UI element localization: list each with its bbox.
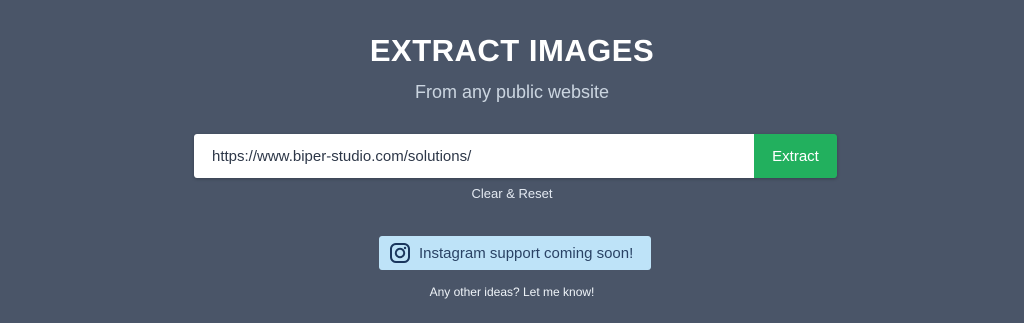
hero-section: EXTRACT IMAGES From any public website E… (0, 0, 1024, 323)
page-subtitle: From any public website (414, 82, 610, 102)
extract-button[interactable]: Extract (754, 134, 837, 178)
extract-form: Extract (194, 134, 837, 178)
notice-text: Instagram support coming soon! (419, 244, 634, 262)
ideas-link[interactable]: Any other ideas? Let me know! (430, 285, 595, 299)
reset-link-row: Clear & Reset (0, 186, 1024, 202)
instagram-notice: Instagram support coming soon! (379, 236, 651, 270)
page-title: EXTRACT IMAGES (369, 33, 655, 68)
url-input[interactable] (194, 134, 754, 178)
instagram-icon (389, 242, 411, 264)
clear-reset-link[interactable]: Clear & Reset (472, 186, 553, 201)
ideas-row: Any other ideas? Let me know! (0, 285, 1024, 299)
